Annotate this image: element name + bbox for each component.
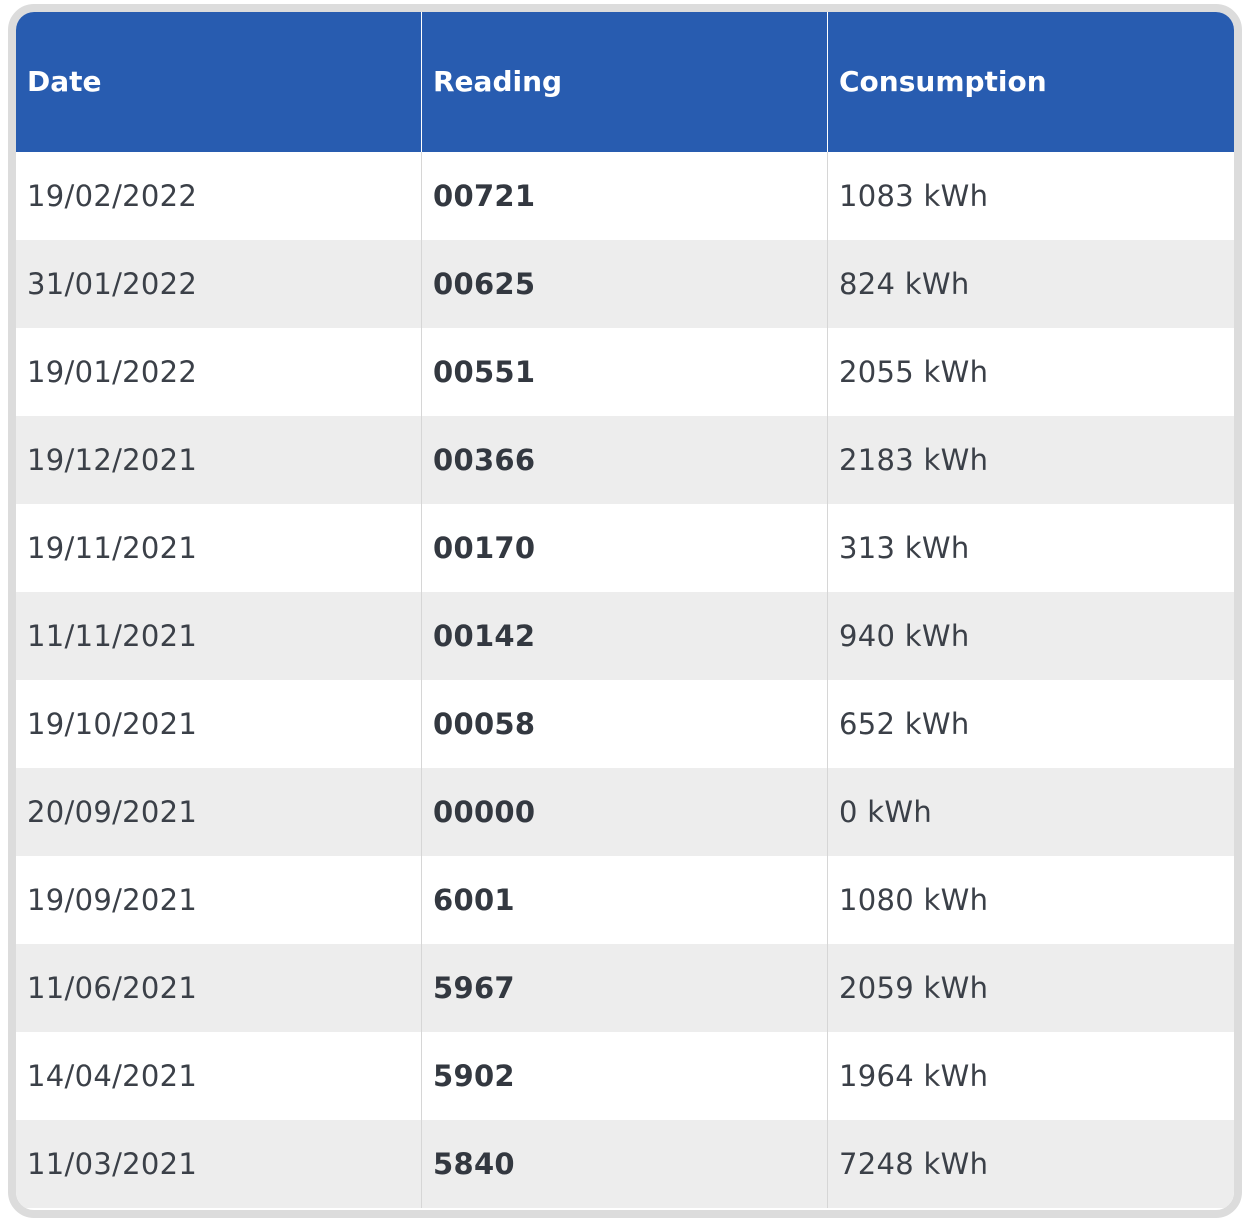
date-cell: 20/09/2021 xyxy=(27,795,198,829)
reading-cell: 00170 xyxy=(433,531,536,565)
table-row: 19/09/2021 6001 1080 kWh xyxy=(16,856,1234,944)
reading-cell: 5902 xyxy=(433,1059,515,1093)
consumption-cell: 940 kWh xyxy=(839,619,970,653)
table-row: 20/09/2021 00000 0 kWh xyxy=(16,768,1234,856)
consumption-cell: 652 kWh xyxy=(839,707,970,741)
reading-cell: 00625 xyxy=(433,267,536,301)
table-row: 11/11/2021 00142 940 kWh xyxy=(16,592,1234,680)
table-row: 19/12/2021 00366 2183 kWh xyxy=(16,416,1234,504)
reading-cell: 00551 xyxy=(433,355,536,389)
reading-cell: 00366 xyxy=(433,443,536,477)
consumption-cell: 7248 kWh xyxy=(839,1147,989,1181)
date-cell: 11/03/2021 xyxy=(27,1147,198,1181)
column-header-consumption: Consumption xyxy=(828,12,1234,152)
table-row: 11/06/2021 5967 2059 kWh xyxy=(16,944,1234,1032)
consumption-cell: 313 kWh xyxy=(839,531,970,565)
reading-cell: 00058 xyxy=(433,707,536,741)
date-cell: 19/09/2021 xyxy=(27,883,198,917)
table-row: 19/11/2021 00170 313 kWh xyxy=(16,504,1234,592)
consumption-cell: 0 kWh xyxy=(839,795,933,829)
table-row: 31/01/2022 00625 824 kWh xyxy=(16,240,1234,328)
reading-cell: 00721 xyxy=(433,179,536,213)
column-header-date: Date xyxy=(16,12,421,152)
table-row: 19/10/2021 00058 652 kWh xyxy=(16,680,1234,768)
date-cell: 19/01/2022 xyxy=(27,355,198,389)
date-cell: 14/04/2021 xyxy=(27,1059,198,1093)
reading-cell: 5967 xyxy=(433,971,515,1005)
date-cell: 11/06/2021 xyxy=(27,971,198,1005)
consumption-cell: 2055 kWh xyxy=(839,355,989,389)
date-cell: 11/11/2021 xyxy=(27,619,198,653)
table-row: 19/01/2022 00551 2055 kWh xyxy=(16,328,1234,416)
consumption-cell: 1083 kWh xyxy=(839,179,989,213)
date-cell: 19/10/2021 xyxy=(27,707,198,741)
reading-cell: 6001 xyxy=(433,883,515,917)
reading-cell: 00142 xyxy=(433,619,536,653)
column-header-reading: Reading xyxy=(422,12,827,152)
reading-cell: 00000 xyxy=(433,795,536,829)
date-cell: 19/02/2022 xyxy=(27,179,198,213)
date-cell: 31/01/2022 xyxy=(27,267,198,301)
table-body: 19/02/2022 00721 1083 kWh 31/01/2022 00625 82… xyxy=(16,152,1234,1208)
consumption-cell: 1080 kWh xyxy=(839,883,989,917)
consumption-cell: 2059 kWh xyxy=(839,971,989,1005)
consumption-cell: 2183 kWh xyxy=(839,443,989,477)
consumption-cell: 824 kWh xyxy=(839,267,970,301)
date-cell: 19/12/2021 xyxy=(27,443,198,477)
table-row: 14/04/2021 5902 1964 kWh xyxy=(16,1032,1234,1120)
consumption-cell: 1964 kWh xyxy=(839,1059,989,1093)
table-header: Date Reading Consumption xyxy=(16,12,1234,152)
table-row: 19/02/2022 00721 1083 kWh xyxy=(16,152,1234,240)
date-cell: 19/11/2021 xyxy=(27,531,198,565)
meter-readings-card: Date Reading Consumption 19/02/2022 00721… xyxy=(8,4,1242,1218)
table-row: 11/03/2021 5840 7248 kWh xyxy=(16,1120,1234,1208)
reading-cell: 5840 xyxy=(433,1147,515,1181)
